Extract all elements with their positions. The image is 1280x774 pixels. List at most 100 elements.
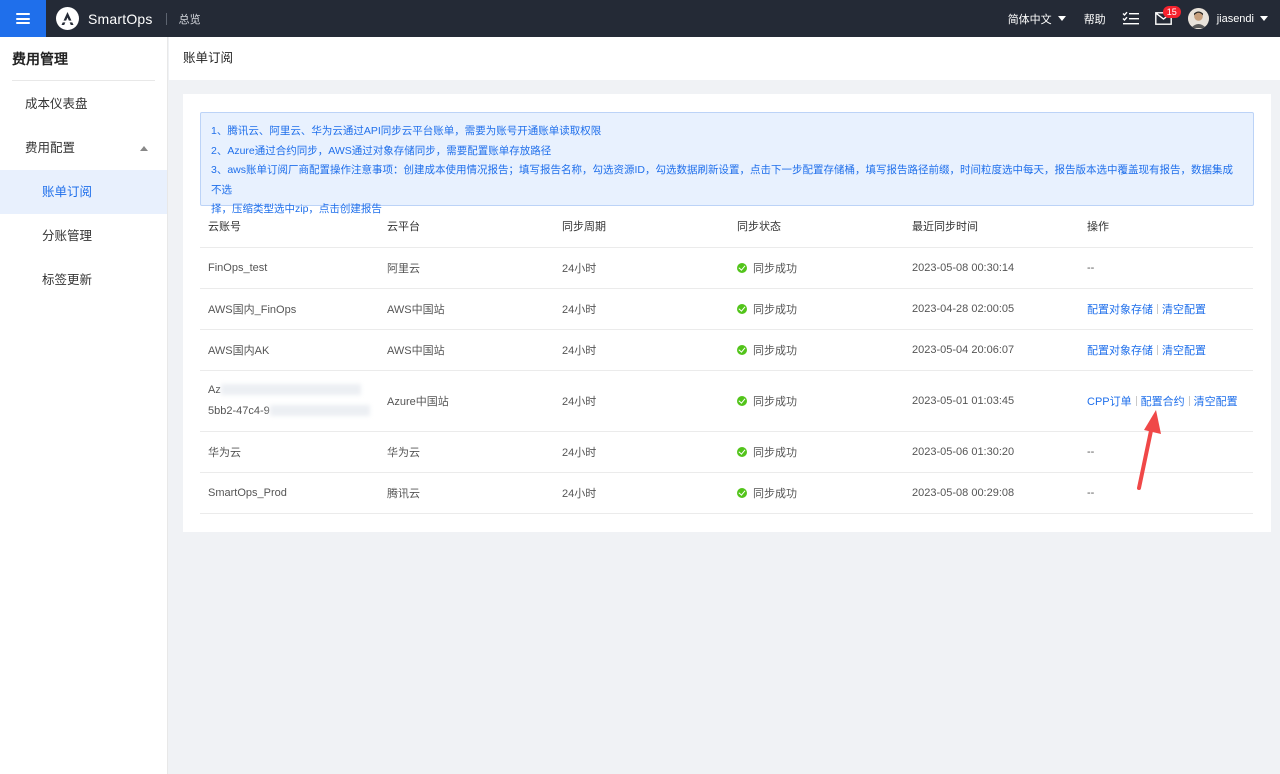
cell-platform: 腾讯云 xyxy=(379,472,554,514)
cell-actions: 配置对象存储 清空配置 xyxy=(1079,288,1253,330)
col-header-status: 同步状态 xyxy=(729,206,904,248)
info-notice: 1、腾讯云、阿里云、华为云通过API同步云平台账单，需要为账号开通账单读取权限 … xyxy=(200,112,1254,215)
avatar xyxy=(1187,8,1209,29)
cell-account: SmartOps_Prod xyxy=(200,472,379,514)
content-card: 1、腾讯云、阿里云、华为云通过API同步云平台账单，需要为账号开通账单读取权限 … xyxy=(183,94,1271,532)
sidebar-title: 费用管理 xyxy=(12,37,155,81)
table-row: SmartOps_Prod 腾讯云 24小时 同步成功 2023-05-08 0… xyxy=(200,472,1253,514)
cell-account: AWS国内_FinOps xyxy=(200,288,379,330)
sidebar-item-label: 费用配置 xyxy=(25,141,76,155)
messages-button[interactable]: 15 xyxy=(1154,6,1181,25)
cell-account: 华为云 xyxy=(200,431,379,473)
success-check-icon xyxy=(737,446,747,457)
notice-line: 1、腾讯云、阿里云、华为云通过API同步云平台账单，需要为账号开通账单读取权限 xyxy=(211,125,602,137)
redacted-text xyxy=(220,384,361,396)
col-header-last-sync: 最近同步时间 xyxy=(904,206,1079,248)
table-header-row: 云账号 云平台 同步周期 同步状态 最近同步时间 操作 xyxy=(200,206,1253,248)
cell-last-sync: 2023-05-06 01:30:20 xyxy=(904,431,1079,473)
cell-actions: 配置对象存储 清空配置 xyxy=(1079,329,1253,371)
menu-toggle-button[interactable] xyxy=(0,0,46,37)
top-bar: SmartOps 总览 简体中文 帮助 15 jiasendi xyxy=(0,0,1280,37)
cell-cycle: 24小时 xyxy=(554,431,729,473)
divider xyxy=(1157,303,1158,314)
status-text: 同步成功 xyxy=(753,344,797,357)
help-link[interactable]: 帮助 xyxy=(1084,11,1106,27)
clear-config-link[interactable]: 清空配置 xyxy=(1194,396,1238,408)
account-line-2: 5bb2-47c4-9 xyxy=(208,404,270,417)
hamburger-icon xyxy=(16,13,30,24)
cell-status: 同步成功 xyxy=(729,431,904,473)
cell-last-sync: 2023-05-08 00:29:08 xyxy=(904,472,1079,514)
success-check-icon xyxy=(737,303,747,314)
cell-last-sync: 2023-05-01 01:03:45 xyxy=(904,370,1079,432)
cell-cycle: 24小时 xyxy=(554,288,729,330)
app-name: SmartOps xyxy=(88,10,153,27)
nav-overview[interactable]: 总览 xyxy=(179,11,201,27)
page-title: 账单订阅 xyxy=(183,51,234,65)
language-label: 简体中文 xyxy=(1007,13,1052,26)
user-name: jiasendi xyxy=(1216,12,1254,25)
page-header: 账单订阅 xyxy=(169,37,1280,80)
cell-platform: AWS中国站 xyxy=(379,288,554,330)
cell-platform: Azure中国站 xyxy=(379,370,554,432)
cell-cycle: 24小时 xyxy=(554,329,729,371)
configure-object-storage-link[interactable]: 配置对象存储 xyxy=(1087,345,1153,357)
cell-platform: AWS中国站 xyxy=(379,329,554,371)
col-header-cycle: 同步周期 xyxy=(554,206,729,248)
cell-actions: -- xyxy=(1079,247,1253,289)
cell-platform: 阿里云 xyxy=(379,247,554,289)
task-list-button[interactable] xyxy=(1122,11,1139,26)
table-row: AWS国内_FinOps AWS中国站 24小时 同步成功 2023-04-28… xyxy=(200,288,1253,330)
success-check-icon xyxy=(737,344,747,355)
sidebar-item-bill-subscription[interactable]: 账单订阅 xyxy=(0,170,167,214)
table-row: Az 5bb2-47c4-9 Azure中国站 24小时 同步成功 2023-0… xyxy=(200,370,1253,432)
divider xyxy=(165,12,167,25)
success-check-icon xyxy=(737,395,747,406)
notice-line: 3、aws账单订阅厂商配置操作注意事项：创建成本使用情况报告；填写报告名称，勾选… xyxy=(211,164,1234,196)
status-text: 同步成功 xyxy=(753,303,797,316)
divider xyxy=(1135,395,1137,406)
col-header-actions: 操作 xyxy=(1079,206,1253,248)
logo-icon xyxy=(56,7,79,30)
clear-config-link[interactable]: 清空配置 xyxy=(1162,345,1206,357)
sidebar-item-cost-dashboard[interactable]: 成本仪表盘 xyxy=(0,82,167,126)
cell-status: 同步成功 xyxy=(729,247,904,289)
cell-account: FinOps_test xyxy=(200,247,379,289)
annotation-arrow-icon xyxy=(1137,410,1161,490)
table-row: 华为云 华为云 24小时 同步成功 2023-05-06 01:30:20 -- xyxy=(200,431,1253,473)
divider xyxy=(1188,395,1190,406)
sidebar: 费用管理 成本仪表盘 费用配置 账单订阅 分账管理 标签更新 xyxy=(0,37,168,774)
table-row: AWS国内AK AWS中国站 24小时 同步成功 2023-05-04 20:0… xyxy=(200,329,1253,371)
cell-status: 同步成功 xyxy=(729,329,904,371)
cell-platform: 华为云 xyxy=(379,431,554,473)
account-line-1: Az xyxy=(208,383,221,396)
cell-last-sync: 2023-05-04 20:06:07 xyxy=(904,329,1079,371)
cell-account: Az 5bb2-47c4-9 xyxy=(200,370,379,432)
app-logo[interactable]: SmartOps xyxy=(56,7,153,30)
redacted-text xyxy=(269,405,370,417)
sidebar-item-cost-config[interactable]: 费用配置 xyxy=(0,126,167,170)
cell-last-sync: 2023-05-08 00:30:14 xyxy=(904,247,1079,289)
cell-status: 同步成功 xyxy=(729,472,904,514)
divider xyxy=(1157,344,1158,355)
user-menu[interactable]: jiasendi xyxy=(1187,8,1268,29)
status-text: 同步成功 xyxy=(753,262,797,275)
col-header-account: 云账号 xyxy=(200,206,379,248)
success-check-icon xyxy=(737,487,747,498)
col-header-platform: 云平台 xyxy=(379,206,554,248)
mail-count-badge: 15 xyxy=(1162,6,1181,18)
cell-cycle: 24小时 xyxy=(554,472,729,514)
clear-config-link[interactable]: 清空配置 xyxy=(1162,304,1206,316)
sidebar-item-tag-update[interactable]: 标签更新 xyxy=(0,258,167,302)
configure-object-storage-link[interactable]: 配置对象存储 xyxy=(1087,304,1153,316)
cpp-order-link[interactable]: CPP订单 xyxy=(1087,396,1132,408)
table-row: FinOps_test 阿里云 24小时 同步成功 2023-05-08 00:… xyxy=(200,247,1253,289)
cell-cycle: 24小时 xyxy=(554,247,729,289)
chevron-down-icon xyxy=(1260,16,1268,21)
configure-contract-link[interactable]: 配置合约 xyxy=(1141,396,1185,408)
checklist-icon xyxy=(1122,11,1139,25)
cell-last-sync: 2023-04-28 02:00:05 xyxy=(904,288,1079,330)
chevron-down-icon xyxy=(1057,16,1066,21)
language-select[interactable]: 简体中文 xyxy=(1008,11,1066,27)
sidebar-item-split-billing[interactable]: 分账管理 xyxy=(0,214,167,258)
